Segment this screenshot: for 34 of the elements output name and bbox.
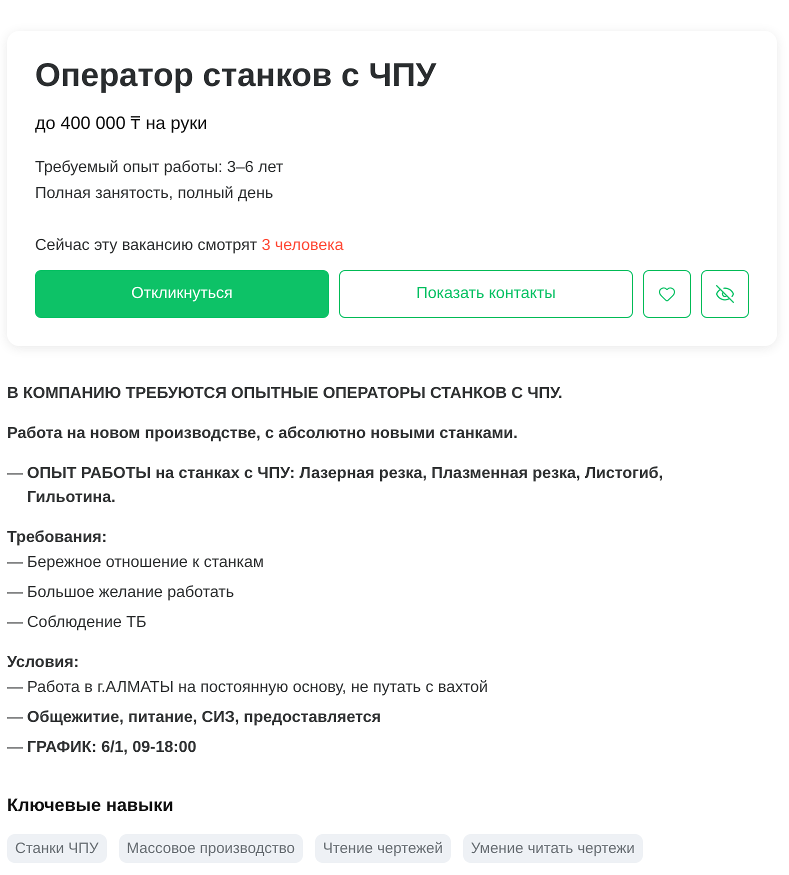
respond-button[interactable]: Откликнуться bbox=[35, 270, 329, 318]
skill-tag: Массовое производство bbox=[118, 834, 303, 863]
vacancy-detail: Требуемый опыт работы: 3–6 лет bbox=[35, 158, 284, 178]
dash-marker: — bbox=[7, 583, 24, 603]
list-item-text: ГРАФИК: 6/1, 09-18:00 bbox=[27, 738, 196, 758]
hide-button[interactable] bbox=[701, 270, 749, 318]
heart-icon bbox=[657, 285, 677, 303]
dash-marker: — bbox=[7, 678, 24, 698]
skills-heading: Ключевые навыки bbox=[7, 794, 174, 817]
vacancy-detail: Полная занятость, полный день bbox=[35, 184, 274, 204]
section-heading: Условия: bbox=[7, 653, 80, 673]
list-item-text: ОПЫТ РАБОТЫ на станках с ЧПУ: Лазерная резка, Плазменная резка, Листогиб, Гильотина. bbox=[27, 464, 664, 508]
skill-tag: Чтение чертежей bbox=[314, 834, 451, 863]
show-contacts-button[interactable]: Показать контакты bbox=[339, 270, 633, 318]
viewers-text: Сейчас эту вакансию смотрят 3 человека bbox=[35, 236, 344, 256]
skill-tag: Станки ЧПУ bbox=[7, 834, 107, 863]
dash-marker: — bbox=[7, 464, 24, 484]
vacancy-title: Оператор станков с ЧПУ bbox=[35, 55, 438, 95]
list-item-text: Работа в г.АЛМАТЫ на постоянную основу, не путать с вахтой bbox=[27, 678, 488, 698]
favorite-button[interactable] bbox=[643, 270, 691, 318]
dash-marker: — bbox=[7, 738, 24, 758]
list-item-text: Большое желание работать bbox=[27, 583, 234, 603]
description-paragraph: Работа на новом производстве, с абсолютно новыми станками. bbox=[7, 424, 519, 444]
section-heading: Требования: bbox=[7, 528, 108, 548]
list-item-text: Бережное отношение к станкам bbox=[27, 553, 264, 573]
list-item-text: Соблюдение ТБ bbox=[27, 613, 147, 633]
dash-marker: — bbox=[7, 708, 24, 728]
skill-tag: Умение читать чертежи bbox=[462, 834, 643, 863]
description-paragraph: В КОМПАНИЮ ТРЕБУЮТСЯ ОПЫТНЫЕ ОПЕРАТОРЫ СТАНКОВ С ЧПУ. bbox=[7, 384, 564, 404]
crossed-eye-icon bbox=[715, 284, 735, 304]
salary-text: до 400 000 ₸ на руки bbox=[35, 112, 208, 135]
dash-marker: — bbox=[7, 553, 24, 573]
dash-marker: — bbox=[7, 613, 24, 633]
list-item-text: Общежитие, питание, СИЗ, предоставляется bbox=[27, 708, 382, 728]
